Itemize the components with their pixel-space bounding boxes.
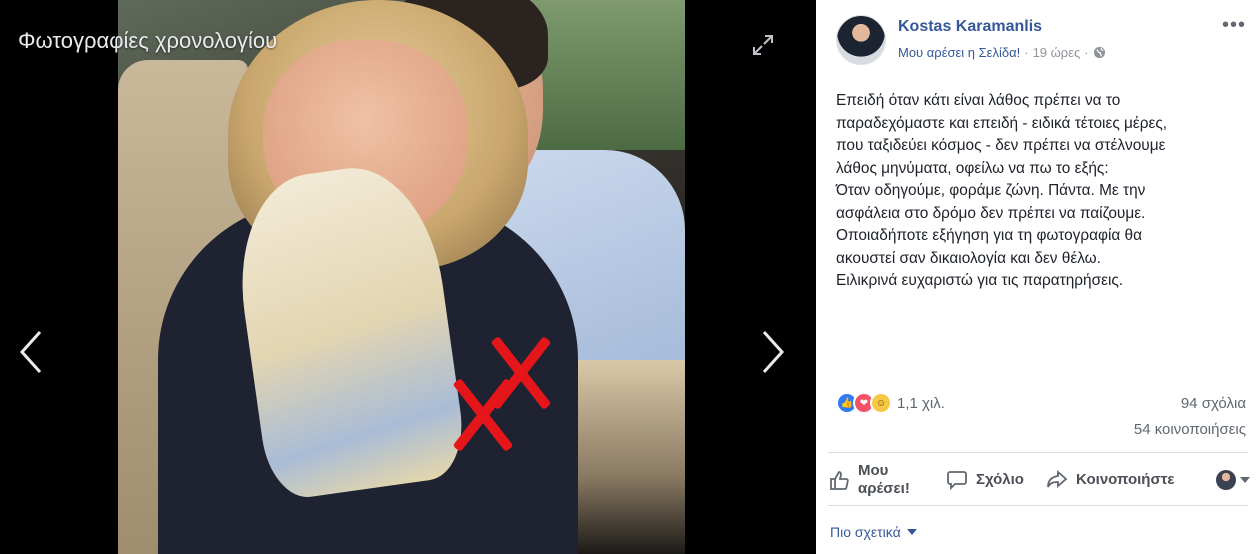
viewer-title: Φωτογραφίες χρονολογίου	[18, 28, 278, 53]
post-text-line: Ειλικρινά ευχαριστώ για τις παρατηρήσεις…	[836, 272, 1124, 289]
post-panel: Kostas Karamanlis Μου αρέσει η Σελίδα! ·…	[816, 0, 1260, 554]
expand-icon[interactable]	[752, 34, 774, 56]
post-meta: Μου αρέσει η Σελίδα! · 19 ώρες ·	[898, 45, 1106, 60]
comments-count[interactable]: 94 σχόλια	[1181, 395, 1246, 412]
post-text-line: Όταν οδηγούμε, φοράμε ζώνη. Πάντα. Με τη…	[836, 182, 1146, 199]
like-label-line: Μου	[858, 462, 889, 479]
post-text-line: Οποιαδήποτε εξήγηση για τη φωτογραφία θα	[836, 227, 1143, 244]
post-text-line: λάθος μηνύματα, οφείλω να πω το εξής:	[836, 159, 1109, 177]
more-options-button[interactable]: •••	[1222, 14, 1246, 37]
post-text-line: Επειδή όταν κάτι είναι λάθος πρέπει να τ…	[836, 92, 1121, 109]
divider	[828, 505, 1248, 506]
post-text-line: που ταξιδεύει κόσμος - δεν πρέπει να στέ…	[836, 137, 1166, 154]
post-time[interactable]: 19 ώρες	[1033, 45, 1081, 60]
previous-arrow-icon[interactable]	[16, 328, 46, 376]
post-text-line: ασφάλεια στο δρόμο δεν πρέπει να παίζουμ…	[836, 204, 1146, 222]
share-label: Κοινοποιήστε	[1076, 470, 1175, 488]
next-arrow-icon[interactable]	[758, 328, 788, 376]
share-as-selector[interactable]	[1216, 470, 1250, 490]
avatar[interactable]	[836, 15, 886, 65]
most-relevant-label: Πιο σχετικά	[830, 524, 901, 540]
most-relevant-dropdown[interactable]: Πιο σχετικά	[830, 524, 917, 540]
reactions-count[interactable]: 1,1 χιλ.	[897, 395, 945, 412]
user-avatar	[1216, 470, 1236, 490]
post-text-line: παραδεχόμαστε και επειδή - ειδικά τέτοιε…	[836, 114, 1168, 132]
comment-button[interactable]: Σχόλιο	[946, 468, 1024, 490]
share-button[interactable]: Κοινοποιήστε	[1046, 468, 1175, 490]
meta-separator: ·	[1024, 45, 1029, 60]
like-label-line: αρέσει!	[858, 480, 910, 497]
caret-down-icon	[906, 529, 917, 535]
globe-icon	[1093, 46, 1105, 59]
haha-reaction-icon: ☺	[870, 392, 892, 414]
meta-separator: ·	[1084, 45, 1089, 60]
divider	[828, 452, 1248, 453]
caret-down-icon	[1240, 477, 1250, 483]
share-icon	[1047, 470, 1068, 488]
like-button[interactable]: Μου αρέσει!	[828, 462, 910, 498]
comment-icon	[947, 471, 967, 490]
post-text: Επειδή όταν κάτι είναι λάθος πρέπει να τ…	[836, 90, 1248, 293]
post-text-line: ακουστεί σαν δικαιολογία και δεν θέλω.	[836, 249, 1101, 267]
red-x-mark	[440, 372, 526, 458]
photo-viewer: Φωτογραφίες χρονολογίου	[0, 0, 816, 554]
reactions-summary[interactable]: 👍 ❤ ☺ 1,1 χιλ.	[836, 392, 945, 414]
like-page-link[interactable]: Μου αρέσει η Σελίδα!	[898, 45, 1020, 60]
post-author[interactable]: Kostas Karamanlis	[898, 18, 1042, 36]
thumbs-up-icon	[830, 471, 849, 490]
comment-label: Σχόλιο	[976, 470, 1024, 488]
post-photo[interactable]	[118, 0, 685, 554]
shares-count[interactable]: 54 κοινοποιήσεις	[1134, 421, 1246, 438]
